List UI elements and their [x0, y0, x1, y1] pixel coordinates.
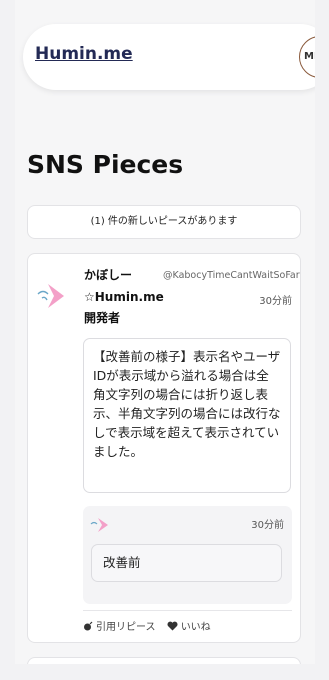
author-handle[interactable]: @KabocyTimeCantWaitSoFar — [163, 270, 300, 281]
author-role: 開発者 — [84, 311, 121, 325]
page: Humin.me MENU SNS Pieces (1) 件の新しいピースがあり… — [15, 0, 315, 664]
quote-repiece-label: 引用リピース — [96, 622, 156, 633]
site-header: Humin.me MENU — [23, 24, 315, 90]
like-label: いいね — [180, 622, 211, 633]
piece-card: かぼしー @KabocyTimeCantWaitSoFar ☆Humin.me … — [27, 253, 301, 643]
quote-repiece-button[interactable]: 引用リピース — [83, 618, 156, 633]
heart-icon — [167, 621, 178, 630]
bomb-icon — [84, 621, 93, 630]
author-name[interactable]: かぼしー — [84, 266, 132, 283]
quoted-piece[interactable]: 30分前 改善前 — [83, 506, 292, 604]
quoted-body: 改善前 — [91, 544, 282, 582]
post-body: 【改善前の様子】表示名やユーザIDが表示域から溢れる場合は全角文字列の場合には折… — [83, 338, 291, 493]
post-actions: 引用リピース いいね — [83, 618, 219, 634]
piece-card-next — [27, 657, 301, 664]
like-button[interactable]: いいね — [167, 618, 211, 633]
divider — [83, 610, 292, 611]
quoted-author-avatar — [90, 518, 108, 532]
menu-button[interactable]: MENU — [299, 36, 315, 78]
author-affiliation: ☆Humin.me — [84, 290, 164, 304]
page-title: SNS Pieces — [27, 150, 184, 179]
brand-link[interactable]: Humin.me — [35, 44, 133, 64]
post-time: 30分前 — [259, 296, 292, 307]
new-pieces-notice[interactable]: (1) 件の新しいピースがあります — [27, 205, 301, 239]
author-avatar[interactable] — [34, 278, 70, 314]
quoted-time: 30分前 — [251, 520, 284, 531]
